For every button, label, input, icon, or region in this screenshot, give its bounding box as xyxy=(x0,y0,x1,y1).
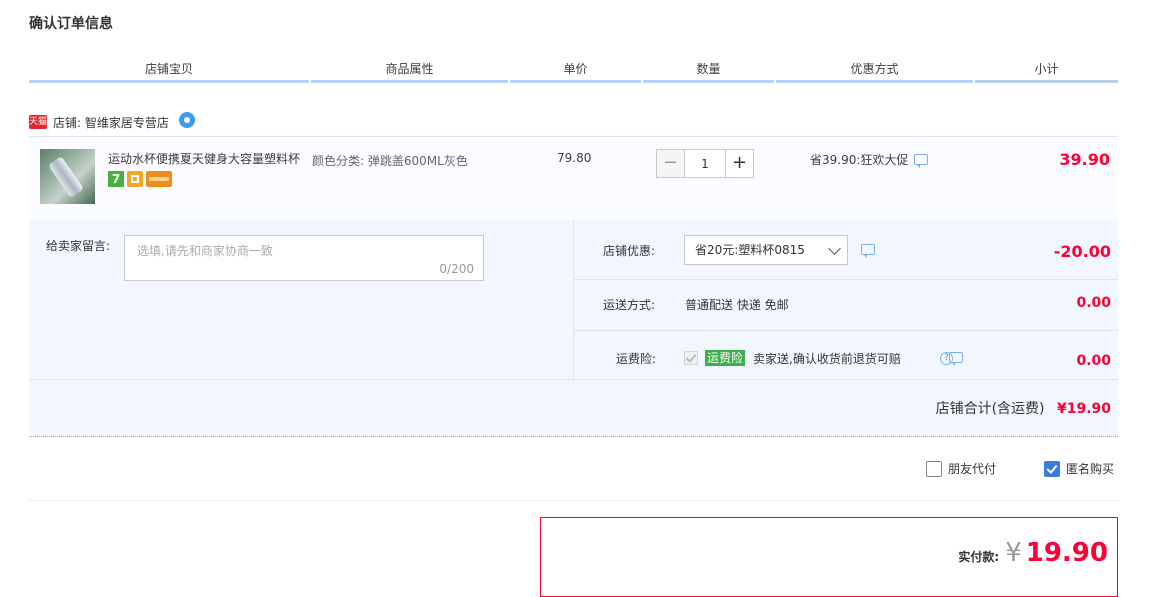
item-subtotal: 39.90 xyxy=(1059,150,1110,169)
seven-day-return-icon[interactable]: 7 xyxy=(108,171,124,187)
divider xyxy=(29,500,1118,501)
shop-total-label: 店铺合计(含运费) xyxy=(935,401,1045,417)
friend-pay-option[interactable]: 朋友代付 xyxy=(926,460,996,477)
product-attribute: 颜色分类: 弹跳盖600ML灰色 xyxy=(312,154,468,168)
quantity-input[interactable] xyxy=(685,149,725,178)
shop-row: 天猫 店铺: 智维家居专营店 xyxy=(29,112,195,132)
payment-amount: 19.90 xyxy=(1025,538,1108,568)
credit-card-icon[interactable] xyxy=(146,171,172,187)
unit-price: 79.80 xyxy=(557,151,592,165)
insurance-checkbox xyxy=(684,351,698,365)
message-char-count: 0/200 xyxy=(439,262,474,276)
col-head-subtotal: 小计 xyxy=(975,60,1118,83)
shipping-amount: 0.00 xyxy=(1076,295,1111,311)
product-title-link[interactable]: 运动水杯便携夏天健身大容量塑料杯 xyxy=(108,150,303,167)
row-divider xyxy=(29,379,1118,380)
anonymous-checkbox[interactable] xyxy=(1044,460,1060,477)
shop-total: 店铺合计(含运费) ¥19.90 xyxy=(936,398,1111,418)
col-head-price: 单价 xyxy=(510,60,641,83)
order-item-row: 运动水杯便携夏天健身大容量塑料杯 7 颜色分类: 弹跳盖600ML灰色 79.8… xyxy=(29,136,1118,221)
gift-icon[interactable] xyxy=(127,171,143,187)
payment-line: 实付款: ¥ 19.90 xyxy=(958,538,1108,568)
shipping-method: 普通配送 快递 免邮 xyxy=(685,298,789,312)
comment-icon[interactable] xyxy=(914,154,929,168)
shop-total-amount: ¥19.90 xyxy=(1056,401,1111,417)
shop-name-link[interactable]: 店铺: 智维家居专营店 xyxy=(53,114,169,131)
shop-discount-label: 店铺优惠: xyxy=(603,244,656,258)
friend-pay-label: 朋友代付 xyxy=(948,462,997,476)
anonymous-option[interactable]: 匿名购买 xyxy=(1044,460,1114,477)
shipping-label: 运送方式: xyxy=(603,298,656,312)
friend-pay-checkbox[interactable] xyxy=(926,460,942,477)
chevron-down-icon xyxy=(828,242,841,255)
shop-discount-select[interactable]: 省20元:塑料杯0815 xyxy=(684,235,848,265)
shop-discount-amount: -20.00 xyxy=(1053,242,1111,261)
anonymous-label: 匿名购买 xyxy=(1066,462,1115,476)
insurance-tag: 运费险 xyxy=(705,350,746,366)
comment-icon[interactable] xyxy=(861,244,875,258)
shop-discount-selected: 省20元:塑料杯0815 xyxy=(695,243,805,257)
message-label: 给卖家留言: xyxy=(46,239,111,253)
promotion: 省39.90:狂欢大促 xyxy=(810,151,929,168)
help-icon[interactable]: ? xyxy=(940,352,953,365)
page-title: 确认订单信息 xyxy=(29,16,113,32)
col-head-promotion: 优惠方式 xyxy=(776,60,973,83)
seller-message-input[interactable] xyxy=(125,236,483,280)
promotion-text: 省39.90:狂欢大促 xyxy=(810,153,909,167)
quantity-increase-button[interactable]: + xyxy=(725,149,754,178)
service-icons: 7 xyxy=(108,171,172,187)
quantity-stepper: − + xyxy=(656,149,754,178)
payment-label: 实付款: xyxy=(958,550,1000,564)
tmall-icon: 天猫 xyxy=(29,115,48,129)
insurance-text: 卖家送,确认收货前退货可赔 xyxy=(753,352,901,366)
quantity-decrease-button[interactable]: − xyxy=(656,149,685,178)
col-head-quantity: 数量 xyxy=(643,60,774,83)
row-divider xyxy=(574,279,1118,280)
vertical-divider xyxy=(573,220,574,379)
row-divider xyxy=(574,330,1118,331)
wangwang-chat-icon[interactable] xyxy=(178,112,195,128)
product-thumbnail[interactable] xyxy=(40,149,95,204)
message-box: 0/200 xyxy=(124,235,484,281)
order-extras: 给卖家留言: 0/200 店铺优惠: 省20元:塑料杯0815 -20.00 运… xyxy=(29,220,1118,437)
payment-box: 实付款: ¥ 19.90 xyxy=(540,517,1118,597)
col-head-attribute: 商品属性 xyxy=(311,60,508,83)
insurance-amount: 0.00 xyxy=(1076,353,1111,369)
insurance-label: 运费险: xyxy=(616,352,657,366)
payment-currency: ¥ xyxy=(1005,538,1022,568)
col-head-shop-item: 店铺宝贝 xyxy=(29,60,309,83)
